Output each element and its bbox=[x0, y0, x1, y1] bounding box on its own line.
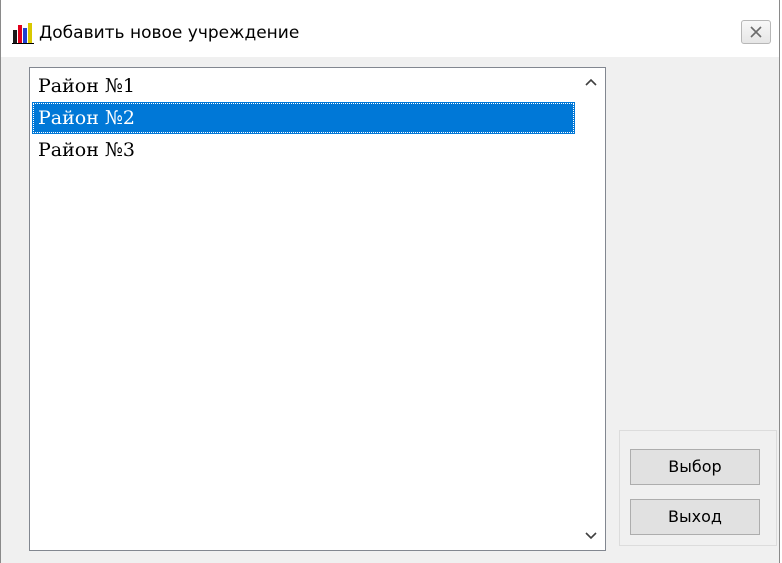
bar-chart-app-icon bbox=[11, 21, 35, 45]
exit-button[interactable]: Выход bbox=[630, 499, 760, 535]
dialog-window: Добавить новое учреждение Район №1 Район… bbox=[0, 0, 780, 563]
list-item[interactable]: Район №3 bbox=[32, 134, 575, 166]
district-listbox[interactable]: Район №1 Район №2 Район №3 bbox=[29, 67, 606, 551]
vertical-scrollbar[interactable] bbox=[577, 68, 605, 550]
list-item[interactable]: Район №1 bbox=[32, 70, 575, 102]
scroll-down-button[interactable] bbox=[577, 522, 605, 550]
title-bar[interactable]: Добавить новое учреждение bbox=[1, 0, 779, 57]
select-button[interactable]: Выбор bbox=[630, 449, 760, 485]
dialog-body: Район №1 Район №2 Район №3 Выбор Выход bbox=[1, 57, 779, 563]
list-area: Район №1 Район №2 Район №3 bbox=[30, 68, 577, 550]
scroll-up-button[interactable] bbox=[577, 68, 605, 96]
close-button[interactable] bbox=[741, 20, 771, 44]
list-item-selected[interactable]: Район №2 bbox=[32, 102, 575, 134]
button-panel: Выбор Выход bbox=[619, 430, 777, 546]
window-title: Добавить новое учреждение bbox=[39, 23, 300, 43]
